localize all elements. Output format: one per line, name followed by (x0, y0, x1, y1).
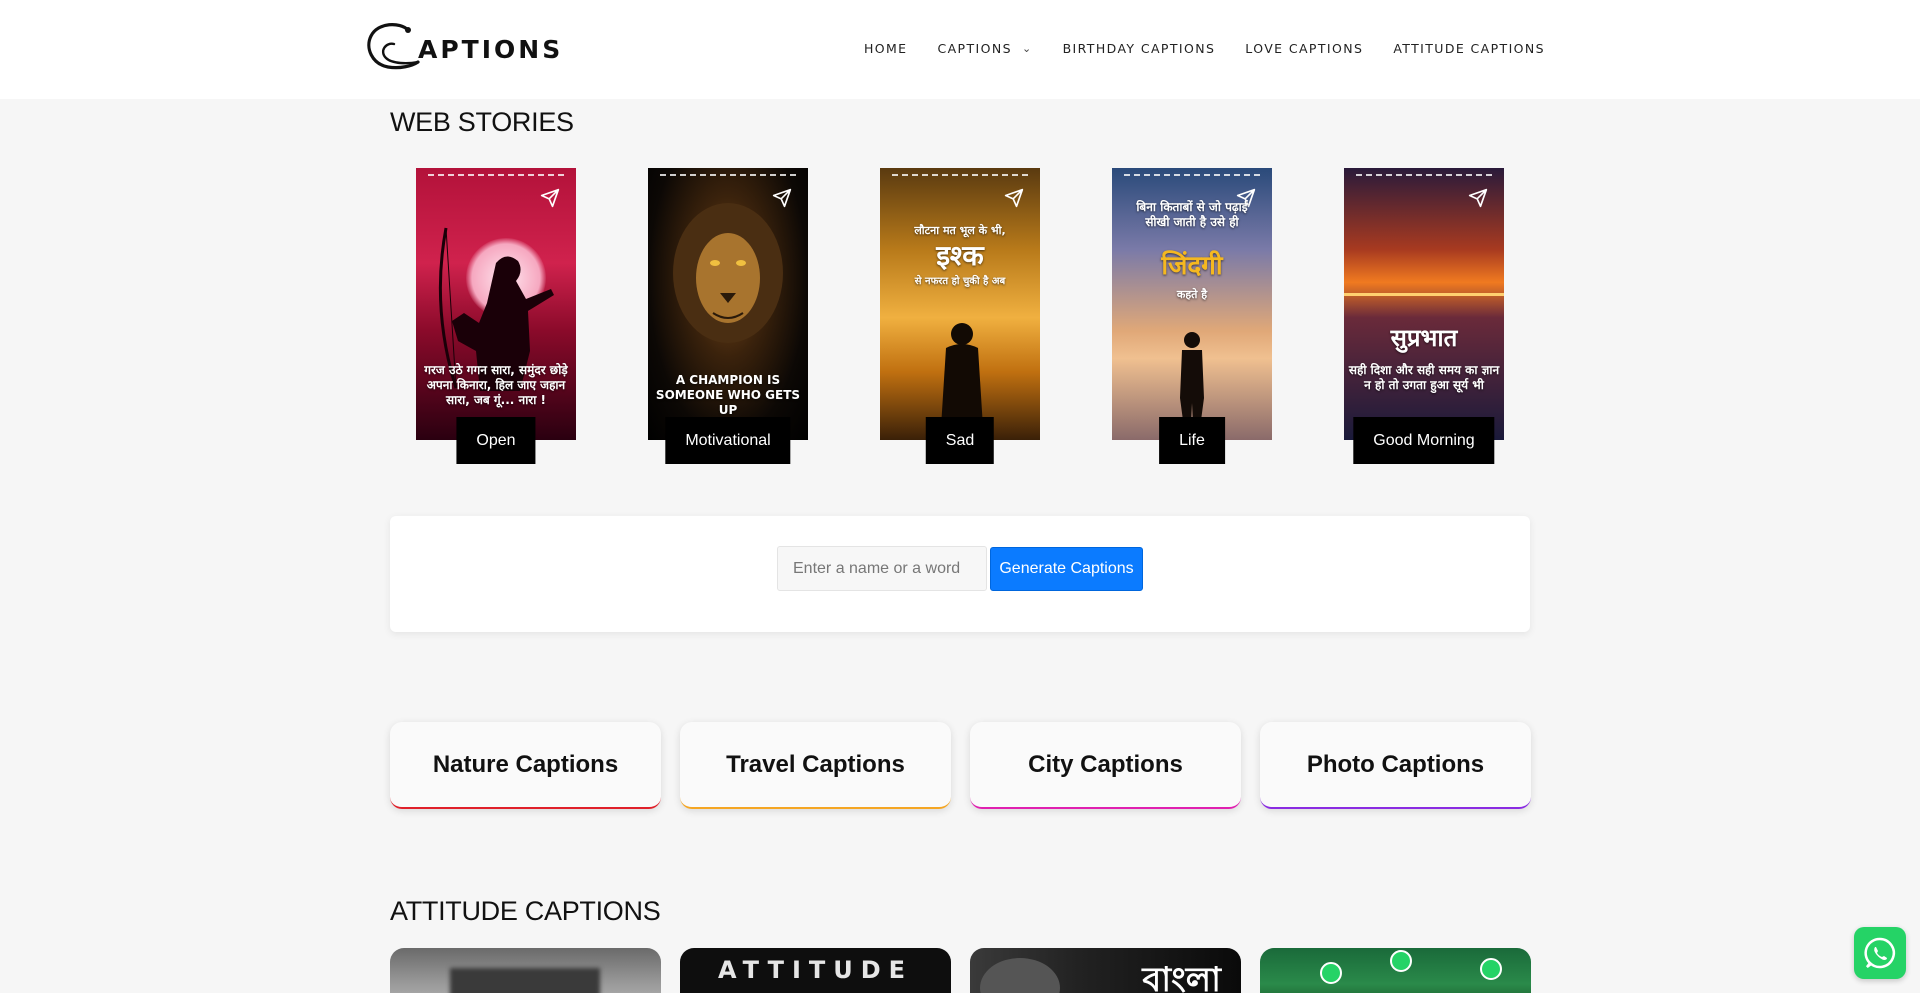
category-cards: Nature Captions Travel Captions City Cap… (390, 722, 1531, 809)
attitude-thumbnails: ATTITUDE বাংলা (390, 948, 1531, 993)
web-stories-title: WEB STORIES (390, 107, 574, 137)
category-label: City Captions (1028, 750, 1183, 778)
site-logo[interactable]: APTIONS (364, 20, 563, 72)
story-text-top: लौटना मत भूल के भी, (914, 224, 1006, 237)
category-nature[interactable]: Nature Captions (390, 722, 661, 809)
web-stories-row: गरज उठे गगन सारा, समुंदर छोड़े अपना किना… (416, 168, 1504, 464)
attitude-thumb-text: ATTITUDE (717, 956, 914, 984)
nav-love-label: LOVE CAPTIONS (1245, 41, 1364, 56)
progress-dashes (1356, 174, 1492, 176)
attitude-captions-title: ATTITUDE CAPTIONS (390, 896, 661, 926)
nav-captions-label: CAPTIONS (937, 41, 1012, 56)
nav-love-captions[interactable]: LOVE CAPTIONS (1245, 41, 1363, 56)
nav-attitude-captions[interactable]: ATTITUDE CAPTIONS (1393, 41, 1545, 56)
story-text-big: इश्क (936, 239, 984, 272)
caption-generator: Generate Captions (390, 516, 1530, 632)
story-label: Life (1159, 417, 1225, 464)
nav-home[interactable]: HOME (864, 41, 908, 56)
story-label: Motivational (665, 417, 791, 464)
category-city[interactable]: City Captions (970, 722, 1241, 809)
story-thumbnail: A CHAMPION IS SOMEONE WHO GETS UP (648, 168, 808, 440)
story-thumbnail: बिना किताबों से जो पढ़ाई सीखी जाती है उस… (1112, 168, 1272, 440)
story-text-big: जिंदगी (1161, 251, 1223, 281)
category-label: Nature Captions (432, 750, 619, 778)
chevron-down-icon: ⌄ (1021, 42, 1033, 55)
story-label: Sad (925, 417, 995, 464)
whatsapp-icon (1864, 937, 1896, 969)
nav-birthday-label: BIRTHDAY CAPTIONS (1062, 41, 1216, 56)
share-icon[interactable] (772, 188, 792, 208)
story-text-top: बिना किताबों से जो पढ़ाई सीखी जाती है उस… (1136, 200, 1248, 229)
story-text: गरज उठे गगन सारा, समुंदर छोड़े अपना किना… (424, 363, 568, 407)
story-text-bottom: कहते है (1176, 288, 1208, 301)
logo-c-icon (367, 23, 420, 70)
story-text: A CHAMPION IS SOMEONE WHO GETS UP (655, 373, 801, 417)
attitude-post-thumbnail[interactable] (1260, 948, 1531, 993)
story-text-bottom: से नफरत हो चुकी है अब (914, 276, 1006, 287)
story-text-bottom: सही दिशा और सही समय का ज्ञान न हो तो उगत… (1348, 363, 1500, 392)
generate-captions-button[interactable]: Generate Captions (990, 547, 1143, 591)
share-icon[interactable] (540, 188, 560, 208)
logo-text: APTIONS (418, 34, 564, 64)
story-card-good-morning[interactable]: सुप्रभात सही दिशा और सही समय का ज्ञान न … (1344, 168, 1504, 464)
story-thumbnail: गरज उठे गगन सारा, समुंदर छोड़े अपना किना… (416, 168, 576, 440)
story-card-sad[interactable]: लौटना मत भूल के भी, इश्क से नफरत हो चुकी… (880, 168, 1040, 464)
attitude-post-thumbnail[interactable]: বাংলা (970, 948, 1241, 993)
nav-birthday-captions[interactable]: BIRTHDAY CAPTIONS (1063, 41, 1216, 56)
share-icon[interactable] (1468, 188, 1488, 208)
attitude-post-thumbnail[interactable] (390, 948, 661, 993)
share-icon[interactable] (1004, 188, 1024, 208)
story-thumbnail: सुप्रभात सही दिशा और सही समय का ज्ञान न … (1344, 168, 1504, 440)
name-word-input[interactable] (777, 546, 987, 591)
story-text-big: सुप्रभात (1390, 324, 1458, 352)
nav-attitude-label: ATTITUDE CAPTIONS (1393, 41, 1545, 56)
category-photo[interactable]: Photo Captions (1260, 722, 1531, 809)
story-card-life[interactable]: बिना किताबों से जो पढ़ाई सीखी जाती है उस… (1112, 168, 1272, 464)
category-label: Photo Captions (1306, 750, 1485, 778)
story-thumbnail: लौटना मत भूल के भी, इश्क से नफरत हो चुकी… (880, 168, 1040, 440)
whatsapp-chat-button[interactable] (1854, 927, 1906, 979)
story-label: Open (456, 417, 536, 464)
category-label: Travel Captions (726, 750, 905, 778)
story-label: Good Morning (1353, 417, 1495, 464)
story-card-motivational[interactable]: A CHAMPION IS SOMEONE WHO GETS UP Motiva… (648, 168, 808, 464)
progress-dashes (892, 174, 1028, 176)
nav-home-label: HOME (863, 41, 908, 56)
nav-captions[interactable]: CAPTIONS ⌄ (937, 41, 1032, 56)
progress-dashes (660, 174, 796, 176)
progress-dashes (1124, 174, 1260, 176)
attitude-thumb-text: বাংলা (1142, 960, 1221, 993)
lion-face-icon (673, 203, 783, 343)
category-travel[interactable]: Travel Captions (680, 722, 951, 809)
main-nav: HOME CAPTIONS ⌄ BIRTHDAY CAPTIONS LOVE CA… (864, 41, 1545, 56)
progress-dashes (428, 174, 564, 176)
attitude-post-thumbnail[interactable]: ATTITUDE (680, 948, 951, 993)
story-card-open[interactable]: गरज उठे गगन सारा, समुंदर छोड़े अपना किना… (416, 168, 576, 464)
site-header: APTIONS HOME CAPTIONS ⌄ BIRTHDAY CAPTIONS… (0, 0, 1920, 99)
